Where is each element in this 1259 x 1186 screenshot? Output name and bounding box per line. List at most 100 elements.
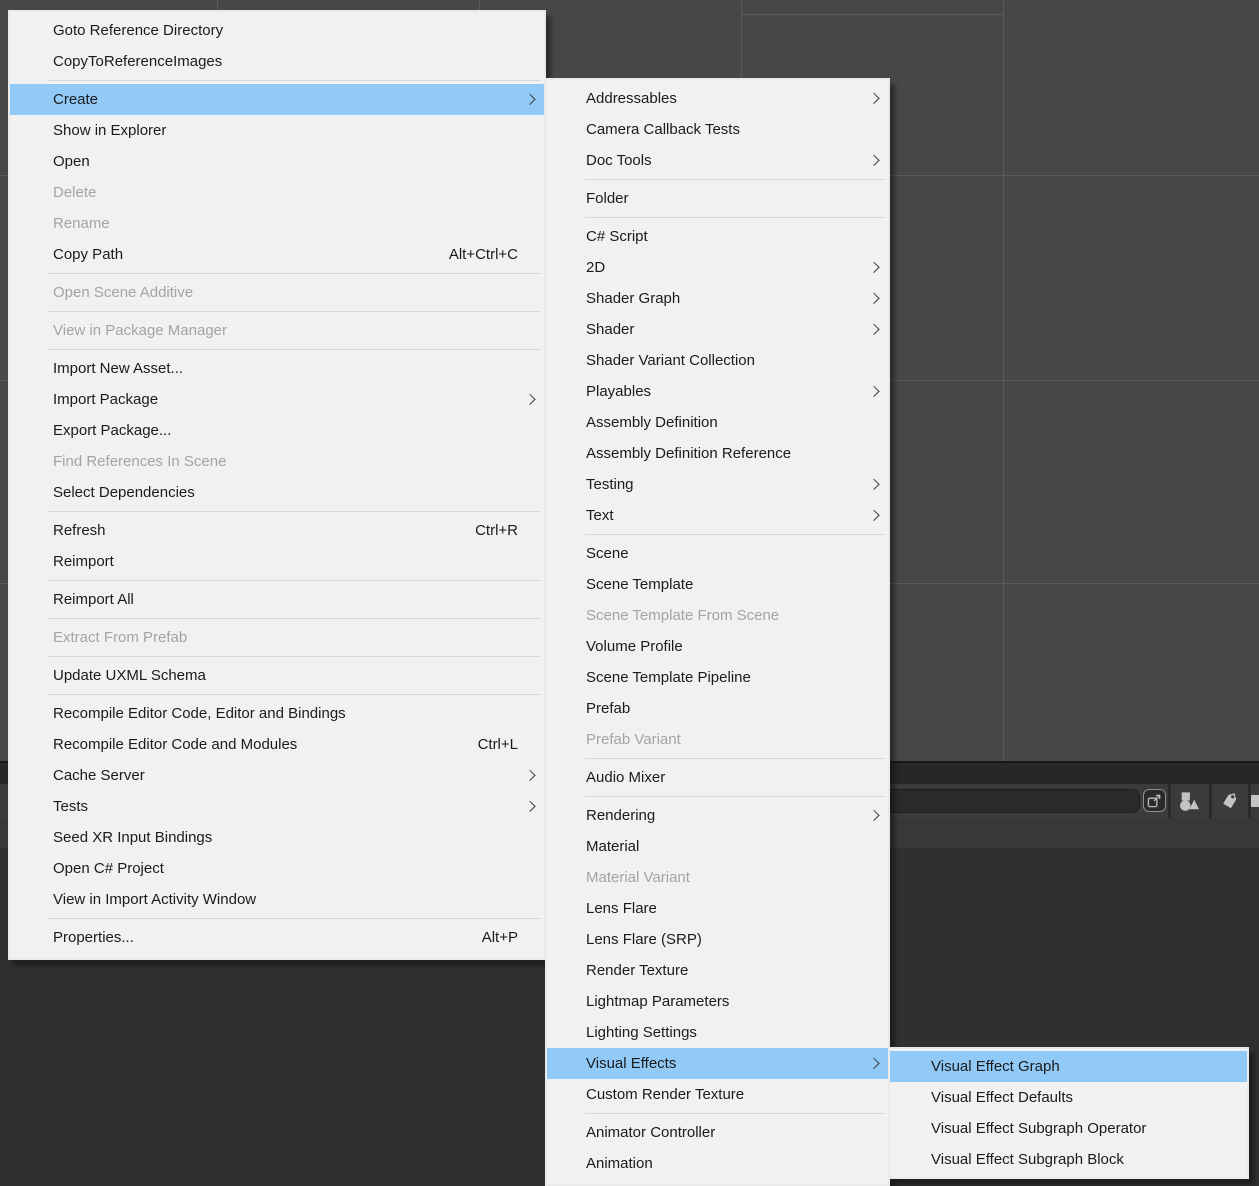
menu-item-addressables[interactable]: Addressables	[547, 83, 888, 114]
menu-item-export-package[interactable]: Export Package...	[10, 415, 544, 446]
menu-item-show-in-explorer[interactable]: Show in Explorer	[10, 115, 544, 146]
submenu-arrow-icon	[868, 509, 879, 520]
menu-item-copytoreferenceimages[interactable]: CopyToReferenceImages	[10, 46, 544, 77]
menu-item-2d[interactable]: 2D	[547, 252, 888, 283]
menu-item-label: Prefab Variant	[586, 731, 681, 748]
menu-item-c-script[interactable]: C# Script	[547, 221, 888, 252]
menu-item-visual-effects[interactable]: Visual Effects	[547, 1048, 888, 1079]
menu-separator	[48, 918, 541, 919]
menu-item-label: Lens Flare	[586, 900, 657, 917]
menu-item-visual-effect-graph[interactable]: Visual Effect Graph	[890, 1051, 1247, 1082]
menu-item-recompile-editor-code-and-modules[interactable]: Recompile Editor Code and ModulesCtrl+L	[10, 729, 544, 760]
menu-item-lens-flare-srp[interactable]: Lens Flare (SRP)	[547, 924, 888, 955]
menu-item-shader-graph[interactable]: Shader Graph	[547, 283, 888, 314]
menu-item-doc-tools[interactable]: Doc Tools	[547, 145, 888, 176]
menu-item-label: CopyToReferenceImages	[53, 53, 222, 70]
menu-item-lighting-settings[interactable]: Lighting Settings	[547, 1017, 888, 1048]
menu-item-rename: Rename	[10, 208, 544, 239]
menu-item-view-in-import-activity-window[interactable]: View in Import Activity Window	[10, 884, 544, 915]
menu-item-label: Animator Controller	[586, 1124, 715, 1141]
partial-toolbar-button[interactable]	[1248, 784, 1259, 818]
menu-item-animation[interactable]: Animation	[547, 1148, 888, 1179]
menu-item-label: Recompile Editor Code, Editor and Bindin…	[53, 705, 346, 722]
menu-item-label: Lens Flare (SRP)	[586, 931, 702, 948]
menu-item-animator-controller[interactable]: Animator Controller	[547, 1117, 888, 1148]
menu-item-scene[interactable]: Scene	[547, 538, 888, 569]
submenu-arrow-icon	[868, 292, 879, 303]
menu-item-visual-effect-subgraph-block[interactable]: Visual Effect Subgraph Block	[890, 1144, 1247, 1175]
menu-separator	[48, 511, 541, 512]
menu-separator	[585, 179, 885, 180]
menu-item-label: Folder	[586, 190, 629, 207]
menu-item-prefab[interactable]: Prefab	[547, 693, 888, 724]
menu-item-open-scene-additive: Open Scene Additive	[10, 277, 544, 308]
menu-item-custom-render-texture[interactable]: Custom Render Texture	[547, 1079, 888, 1110]
open-search-in-new-window-button[interactable]	[1143, 789, 1166, 812]
submenu-arrow-icon	[524, 769, 535, 780]
menu-item-rendering[interactable]: Rendering	[547, 800, 888, 831]
filter-by-type-icon	[1178, 791, 1200, 812]
menu-separator	[585, 217, 885, 218]
menu-item-material[interactable]: Material	[547, 831, 888, 862]
menu-item-label: Shader	[586, 321, 634, 338]
menu-item-label: Scene Template	[586, 576, 693, 593]
menu-item-assembly-definition-reference[interactable]: Assembly Definition Reference	[547, 438, 888, 469]
menu-item-audio-mixer[interactable]: Audio Mixer	[547, 762, 888, 793]
menu-item-goto-reference-directory[interactable]: Goto Reference Directory	[10, 15, 544, 46]
filter-by-label-button[interactable]	[1209, 784, 1247, 818]
menu-item-label: Import New Asset...	[53, 360, 183, 377]
menu-item-label: Scene Template Pipeline	[586, 669, 751, 686]
context-menu: Goto Reference Directory CopyToReferenceI…	[8, 10, 546, 960]
menu-item-text[interactable]: Text	[547, 500, 888, 531]
menu-item-playables[interactable]: Playables	[547, 376, 888, 407]
menu-item-tests[interactable]: Tests	[10, 791, 544, 822]
menu-item-label: Camera Callback Tests	[586, 121, 740, 138]
menu-item-lightmap-parameters[interactable]: Lightmap Parameters	[547, 986, 888, 1017]
menu-item-select-dependencies[interactable]: Select Dependencies	[10, 477, 544, 508]
menu-item-label: Visual Effect Subgraph Operator	[931, 1120, 1146, 1137]
menu-item-assembly-definition[interactable]: Assembly Definition	[547, 407, 888, 438]
menu-item-visual-effect-defaults[interactable]: Visual Effect Defaults	[890, 1082, 1247, 1113]
menu-item-import-new-asset[interactable]: Import New Asset...	[10, 353, 544, 384]
menu-item-copy-path[interactable]: Copy PathAlt+Ctrl+C	[10, 239, 544, 270]
grid-line	[741, 14, 1003, 15]
menu-item-recompile-editor-code-editor-and-bindings[interactable]: Recompile Editor Code, Editor and Bindin…	[10, 698, 544, 729]
menu-item-open-c-project[interactable]: Open C# Project	[10, 853, 544, 884]
submenu-arrow-icon	[868, 154, 879, 165]
menu-item-seed-xr-input-bindings[interactable]: Seed XR Input Bindings	[10, 822, 544, 853]
menu-item-prefab-variant: Prefab Variant	[547, 724, 888, 755]
menu-item-label: Visual Effect Graph	[931, 1058, 1060, 1075]
menu-separator	[48, 580, 541, 581]
menu-item-shortcut: Alt+Ctrl+C	[419, 246, 518, 263]
menu-item-scene-template[interactable]: Scene Template	[547, 569, 888, 600]
menu-item-scene-template-pipeline[interactable]: Scene Template Pipeline	[547, 662, 888, 693]
menu-item-folder[interactable]: Folder	[547, 183, 888, 214]
menu-item-update-uxml-schema[interactable]: Update UXML Schema	[10, 660, 544, 691]
menu-item-cache-server[interactable]: Cache Server	[10, 760, 544, 791]
menu-item-create[interactable]: Create	[10, 84, 544, 115]
menu-item-shader[interactable]: Shader	[547, 314, 888, 345]
menu-item-camera-callback-tests[interactable]: Camera Callback Tests	[547, 114, 888, 145]
menu-item-reimport-all[interactable]: Reimport All	[10, 584, 544, 615]
menu-item-label: Material Variant	[586, 869, 690, 886]
menu-item-visual-effect-subgraph-operator[interactable]: Visual Effect Subgraph Operator	[890, 1113, 1247, 1144]
menu-item-lens-flare[interactable]: Lens Flare	[547, 893, 888, 924]
menu-separator	[585, 534, 885, 535]
menu-item-render-texture[interactable]: Render Texture	[547, 955, 888, 986]
menu-item-label: Cache Server	[53, 767, 145, 784]
menu-item-refresh[interactable]: RefreshCtrl+R	[10, 515, 544, 546]
menu-item-label: Visual Effects	[586, 1055, 676, 1072]
filter-by-type-button[interactable]	[1168, 784, 1206, 818]
menu-item-view-in-package-manager: View in Package Manager	[10, 315, 544, 346]
menu-item-volume-profile[interactable]: Volume Profile	[547, 631, 888, 662]
menu-item-properties[interactable]: Properties...Alt+P	[10, 922, 544, 953]
menu-item-shader-variant-collection[interactable]: Shader Variant Collection	[547, 345, 888, 376]
menu-item-testing[interactable]: Testing	[547, 469, 888, 500]
menu-item-open[interactable]: Open	[10, 146, 544, 177]
menu-item-reimport[interactable]: Reimport	[10, 546, 544, 577]
menu-item-label: Playables	[586, 383, 651, 400]
menu-item-shortcut: Alt+P	[452, 929, 518, 946]
menu-item-import-package[interactable]: Import Package	[10, 384, 544, 415]
submenu-arrow-icon	[868, 809, 879, 820]
menu-item-shortcut: Ctrl+L	[448, 736, 518, 753]
